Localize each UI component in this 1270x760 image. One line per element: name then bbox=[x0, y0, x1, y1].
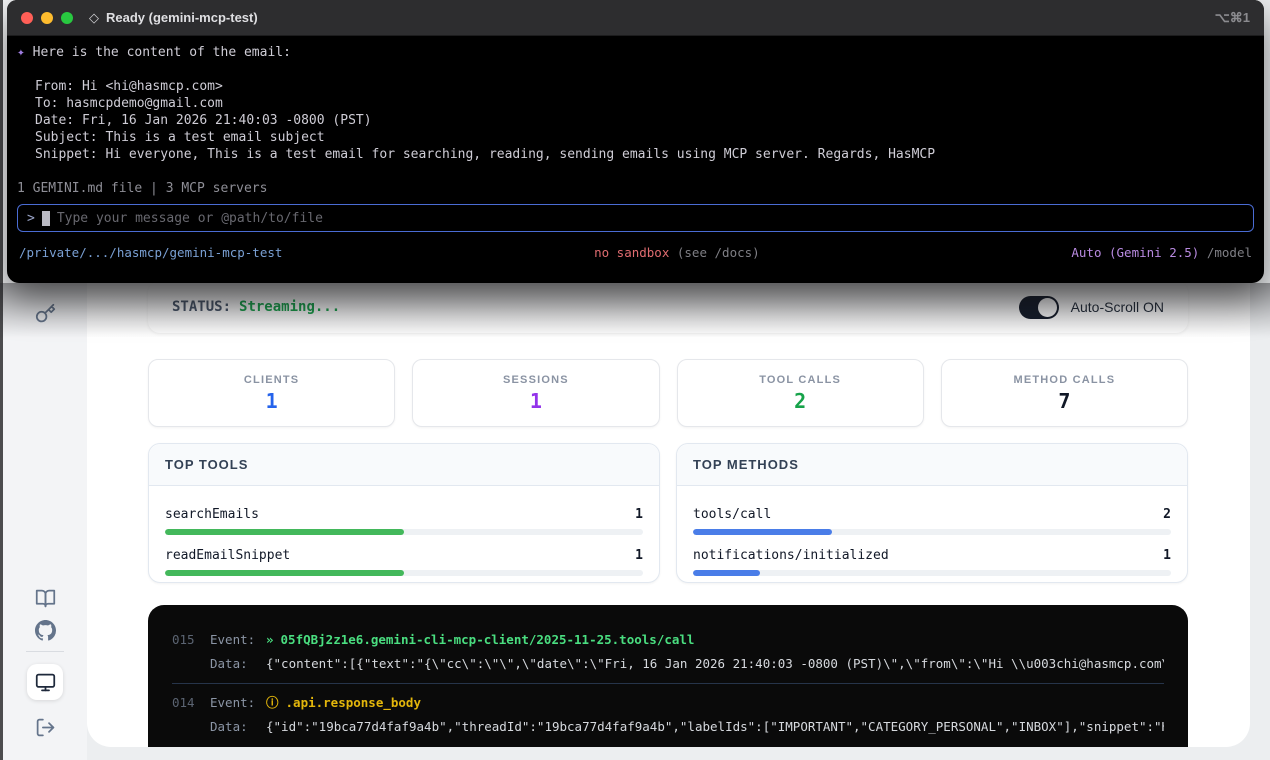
stat-value: 1 bbox=[530, 389, 542, 413]
event-data: {"id":"19bca77d4faf9a4b","threadId":"19b… bbox=[266, 719, 1164, 735]
tool-bar-track bbox=[165, 529, 643, 535]
prompt-input[interactable]: > Type your message or @path/to/file bbox=[17, 204, 1254, 232]
event-data-row: Data: {"content":[{"text":"{\"cc\":\"\",… bbox=[172, 656, 1164, 672]
prompt-caret: > bbox=[27, 211, 35, 226]
stat-card-sessions: SESSIONS 1 bbox=[412, 359, 659, 427]
top-panels-row: TOP TOOLS searchEmails 1 readEmailSnippe… bbox=[148, 443, 1188, 583]
event-label: Event: bbox=[210, 695, 266, 711]
toggle-knob bbox=[1038, 298, 1057, 317]
stat-value: 2 bbox=[794, 389, 806, 413]
email-snippet: Snippet: Hi everyone, This is a test ema… bbox=[17, 146, 1254, 163]
top-tools-title: TOP TOOLS bbox=[149, 444, 659, 486]
top-methods-title: TOP METHODS bbox=[677, 444, 1187, 486]
sign-out-icon[interactable] bbox=[27, 709, 63, 745]
key-icon[interactable] bbox=[27, 295, 63, 331]
stats-row: CLIENTS 1 SESSIONS 1 TOOL CALLS 2 METHOD… bbox=[148, 359, 1188, 427]
window-shortcut: ⌥⌘1 bbox=[1215, 10, 1250, 26]
tool-bar-track bbox=[165, 570, 643, 576]
status-bar: STATUS: Streaming... Auto-Scroll ON bbox=[148, 281, 1188, 333]
arrow-marker-icon: » bbox=[266, 632, 274, 647]
sandbox-status: no sandbox bbox=[594, 245, 669, 260]
event-seq: 015 bbox=[172, 632, 210, 648]
stat-card-method-calls: METHOD CALLS 7 bbox=[941, 359, 1188, 427]
data-label: Data: bbox=[210, 656, 266, 672]
terminal-body: ✦ Here is the content of the email: From… bbox=[7, 36, 1264, 260]
method-count: 1 bbox=[1163, 548, 1171, 563]
stat-label: TOOL CALLS bbox=[759, 374, 841, 386]
tool-row: searchEmails 1 bbox=[165, 507, 643, 535]
stat-label: CLIENTS bbox=[244, 374, 299, 386]
stat-value: 7 bbox=[1058, 389, 1070, 413]
event-name: »05fQBj2z1e6.gemini-cli-mcp-client/2025-… bbox=[266, 632, 1164, 648]
event-name: ⓘ.api.response_body bbox=[266, 695, 1164, 711]
stat-label: METHOD CALLS bbox=[1013, 374, 1115, 386]
email-to: To: hasmcpdemo@gmail.com bbox=[17, 95, 1254, 112]
auto-scroll-toggle[interactable] bbox=[1019, 296, 1059, 319]
method-bar-track bbox=[693, 570, 1171, 576]
stat-value: 1 bbox=[266, 389, 278, 413]
tool-count: 1 bbox=[635, 548, 643, 563]
event-separator bbox=[172, 683, 1164, 684]
sandbox-hint: (see /docs) bbox=[669, 245, 759, 260]
method-row: tools/call 2 bbox=[693, 507, 1171, 535]
method-name: tools/call bbox=[693, 507, 771, 522]
zoom-window-icon[interactable] bbox=[61, 12, 73, 24]
method-bar-fill bbox=[693, 570, 760, 576]
diamond-status-icon: ◇ bbox=[89, 10, 99, 26]
context-summary: 1 GEMINI.md file | 3 MCP servers bbox=[17, 180, 1254, 197]
tool-name: readEmailSnippet bbox=[165, 548, 290, 563]
window-title: ◇ Ready (gemini-mcp-test) bbox=[89, 10, 258, 26]
docs-book-icon[interactable] bbox=[27, 580, 63, 616]
email-date: Date: Fri, 16 Jan 2026 21:40:03 -0800 (P… bbox=[17, 112, 1254, 129]
terminal-window: ◇ Ready (gemini-mcp-test) ⌥⌘1 ✦ Here is … bbox=[7, 0, 1264, 283]
tool-row: readEmailSnippet 1 bbox=[165, 548, 643, 576]
method-name: notifications/initialized bbox=[693, 548, 889, 563]
top-methods-panel: TOP METHODS tools/call 2 notifications/i… bbox=[676, 443, 1188, 583]
minimize-window-icon[interactable] bbox=[41, 12, 53, 24]
event-row: 015 Event: »05fQBj2z1e6.gemini-cli-mcp-c… bbox=[172, 632, 1164, 648]
top-tools-panel: TOP TOOLS searchEmails 1 readEmailSnippe… bbox=[148, 443, 660, 583]
email-subject: Subject: This is a test email subject bbox=[17, 129, 1254, 146]
tool-bar-fill bbox=[165, 570, 404, 576]
email-from: From: Hi <hi@hasmcp.com> bbox=[17, 78, 1254, 95]
window-controls bbox=[21, 12, 73, 24]
terminal-footer: /private/.../hasmcp/gemini-mcp-test no s… bbox=[17, 245, 1254, 260]
close-window-icon[interactable] bbox=[21, 12, 33, 24]
working-directory: /private/.../hasmcp/gemini-mcp-test bbox=[19, 245, 282, 260]
auto-scroll-label: Auto-Scroll ON bbox=[1071, 299, 1164, 315]
monitor-dashboard-icon[interactable] bbox=[27, 664, 63, 700]
response-intro: Here is the content of the email: bbox=[33, 45, 291, 60]
event-log: 015 Event: »05fQBj2z1e6.gemini-cli-mcp-c… bbox=[148, 605, 1188, 747]
method-bar-fill bbox=[693, 529, 832, 535]
tool-count: 1 bbox=[635, 507, 643, 522]
text-cursor bbox=[42, 211, 50, 226]
stat-card-clients: CLIENTS 1 bbox=[148, 359, 395, 427]
method-bar-track bbox=[693, 529, 1171, 535]
event-seq: 014 bbox=[172, 695, 210, 711]
prompt-placeholder: Type your message or @path/to/file bbox=[57, 211, 323, 226]
gemini-star-icon: ✦ bbox=[17, 45, 25, 60]
model-name: Auto (Gemini 2.5) bbox=[1071, 245, 1199, 260]
tool-bar-fill bbox=[165, 529, 404, 535]
info-circle-icon: ⓘ bbox=[266, 695, 279, 710]
tool-name: searchEmails bbox=[165, 507, 259, 522]
status-value: Streaming... bbox=[239, 299, 340, 315]
stat-label: SESSIONS bbox=[503, 374, 569, 386]
event-data: {"content":[{"text":"{\"cc\":\"\",\"date… bbox=[266, 656, 1164, 672]
method-row: notifications/initialized 1 bbox=[693, 548, 1171, 576]
github-icon[interactable] bbox=[27, 612, 63, 648]
sidebar-divider bbox=[26, 651, 64, 652]
model-hint: /model bbox=[1199, 245, 1252, 260]
status-label: STATUS: bbox=[172, 299, 231, 315]
stat-card-tool-calls: TOOL CALLS 2 bbox=[677, 359, 924, 427]
method-count: 2 bbox=[1163, 507, 1171, 522]
data-label: Data: bbox=[210, 719, 266, 735]
event-data-row: Data: {"id":"19bca77d4faf9a4b","threadId… bbox=[172, 719, 1164, 735]
event-row: 014 Event: ⓘ.api.response_body bbox=[172, 695, 1164, 711]
terminal-title-bar[interactable]: ◇ Ready (gemini-mcp-test) ⌥⌘1 bbox=[7, 0, 1264, 36]
event-label: Event: bbox=[210, 632, 266, 648]
